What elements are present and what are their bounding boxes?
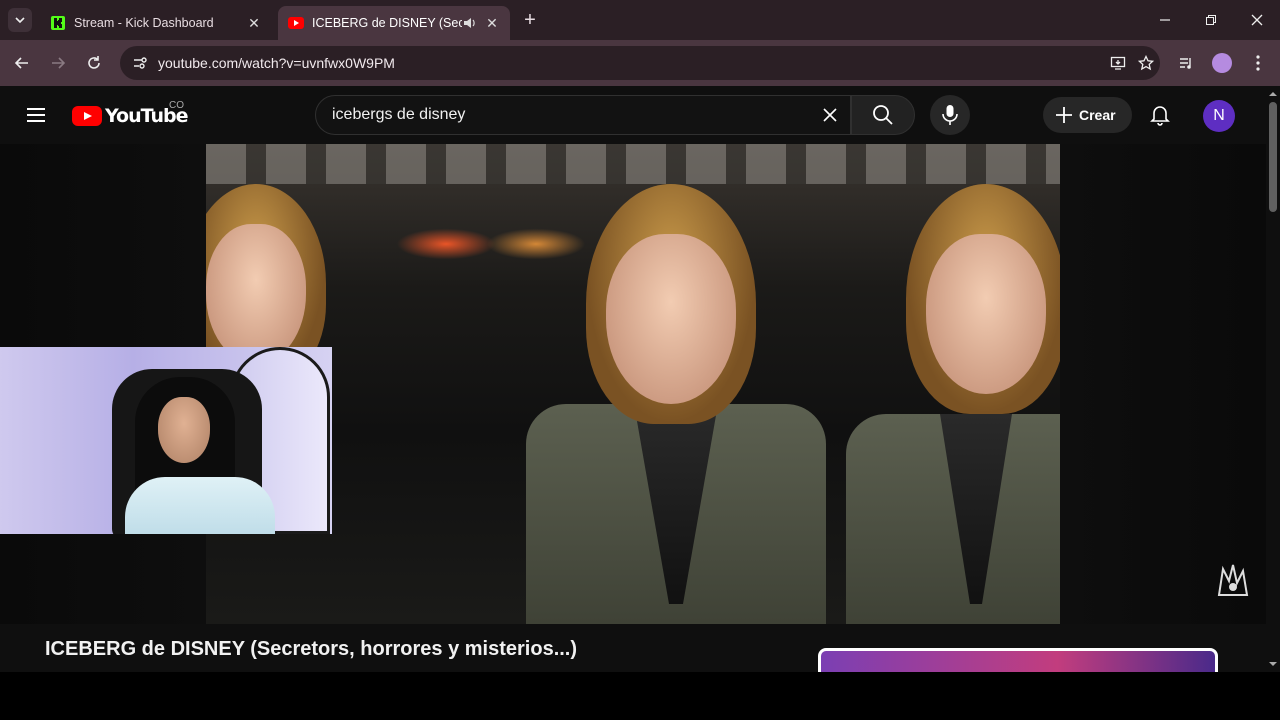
avatar-letter: N <box>1213 107 1225 124</box>
profile-button[interactable] <box>1210 51 1234 75</box>
address-bar[interactable]: youtube.com/watch?v=uvnfwx0W9PM <box>120 46 1160 80</box>
create-button[interactable]: Crear <box>1043 97 1132 133</box>
clear-search-button[interactable] <box>810 95 850 135</box>
youtube-icon <box>288 15 304 31</box>
speaker-icon[interactable] <box>462 15 478 31</box>
microphone-icon <box>942 105 958 125</box>
close-icon <box>1251 14 1263 26</box>
video-info: ICEBERG de DISNEY (Secretors, horrores y… <box>0 624 1266 672</box>
letterbox-bottom <box>0 672 1280 720</box>
url-text[interactable]: youtube.com/watch?v=uvnfwx0W9PM <box>158 55 1104 71</box>
hamburger-menu-icon[interactable] <box>24 103 48 127</box>
minimize-icon <box>1160 19 1170 21</box>
reload-button[interactable] <box>82 51 106 75</box>
video-frame-person-right <box>846 184 1060 624</box>
profile-avatar <box>1212 53 1232 73</box>
page-scrollbar[interactable] <box>1266 86 1280 672</box>
site-info-icon[interactable] <box>128 51 152 75</box>
create-label: Crear <box>1079 107 1116 123</box>
restore-button[interactable] <box>1199 8 1223 32</box>
region-code: CO <box>169 100 184 111</box>
bell-icon <box>1150 106 1170 126</box>
account-avatar[interactable]: N <box>1203 100 1235 132</box>
video-frame-person-center <box>526 184 826 624</box>
reload-icon <box>88 56 100 69</box>
search-button[interactable] <box>851 95 915 135</box>
restore-icon <box>1206 15 1216 25</box>
chrome-menu-button[interactable] <box>1246 51 1270 75</box>
back-button[interactable] <box>10 51 34 75</box>
reading-list-button[interactable] <box>1174 51 1198 75</box>
webcam-overlay <box>0 347 332 534</box>
notifications-button[interactable] <box>1146 101 1174 129</box>
scroll-up-icon[interactable] <box>1269 90 1277 98</box>
video-frame-background <box>206 144 1060 184</box>
kick-icon <box>50 15 66 31</box>
youtube-header: YouTube CO icebergs de disney Crear N <box>0 86 1266 144</box>
forward-button[interactable] <box>46 51 70 75</box>
search-input[interactable]: icebergs de disney <box>315 95 851 135</box>
bookmark-star-icon[interactable] <box>1132 51 1160 75</box>
arrow-left-icon <box>14 57 28 69</box>
tab-kick-dashboard[interactable]: Stream - Kick Dashboard ✕ <box>40 6 272 40</box>
tab-search-button[interactable] <box>8 8 32 32</box>
search-icon <box>873 105 893 125</box>
search-query-text[interactable]: icebergs de disney <box>332 106 810 124</box>
scrollbar-thumb[interactable] <box>1269 102 1277 212</box>
recommended-video-thumbnail[interactable] <box>818 648 1218 672</box>
tab-youtube-video[interactable]: ICEBERG de DISNEY (Secretos ✕ <box>278 6 510 40</box>
new-tab-button[interactable]: + <box>520 9 540 31</box>
tab-close-button[interactable]: ✕ <box>246 15 262 31</box>
chevron-down-icon <box>15 17 25 24</box>
close-window-button[interactable] <box>1245 8 1269 32</box>
scroll-down-icon[interactable] <box>1269 660 1277 668</box>
video-title: ICEBERG de DISNEY (Secretors, horrores y… <box>45 638 578 660</box>
close-icon <box>823 108 837 122</box>
tab-title: Stream - Kick Dashboard <box>74 16 214 30</box>
video-player[interactable] <box>206 144 1060 624</box>
webcam-person-shirt <box>125 477 275 534</box>
browser-toolbar: youtube.com/watch?v=uvnfwx0W9PM <box>0 40 1280 86</box>
youtube-play-icon <box>72 106 102 126</box>
browser-tab-strip: Stream - Kick Dashboard ✕ ICEBERG de DIS… <box>0 0 1280 40</box>
kebab-menu-icon <box>1256 55 1260 71</box>
tab-title: ICEBERG de DISNEY (Secretos <box>312 16 462 30</box>
minimize-button[interactable] <box>1153 8 1177 32</box>
plus-icon <box>1056 107 1072 123</box>
channel-watermark-icon[interactable] <box>1212 560 1254 600</box>
webcam-person-face <box>158 397 210 463</box>
media-control-icon <box>1180 58 1191 69</box>
install-app-icon[interactable] <box>1104 51 1132 75</box>
voice-search-button[interactable] <box>930 95 970 135</box>
tab-close-button[interactable]: ✕ <box>484 15 500 31</box>
arrow-right-icon <box>52 57 66 69</box>
